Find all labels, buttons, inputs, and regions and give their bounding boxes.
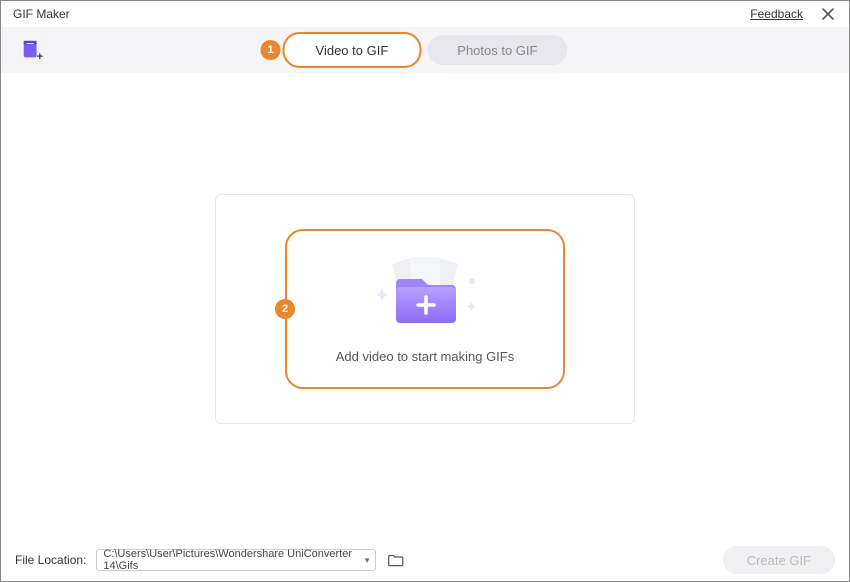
callout-badge-2: 2 — [275, 299, 295, 319]
close-button[interactable] — [819, 5, 837, 23]
browse-folder-button[interactable] — [386, 550, 406, 570]
file-location-path: C:\Users\User\Pictures\Wondershare UniCo… — [103, 548, 364, 572]
folder-illustration — [360, 255, 490, 335]
drop-card: 2 — [215, 194, 635, 424]
close-icon — [821, 7, 835, 21]
create-gif-button: Create GIF — [723, 546, 835, 574]
folder-icon — [388, 553, 404, 567]
file-location-select[interactable]: C:\Users\User\Pictures\Wondershare UniCo… — [96, 549, 376, 571]
file-location-label: File Location: — [15, 553, 86, 567]
chevron-down-icon: ▾ — [365, 555, 370, 566]
window-title: GIF Maker — [13, 7, 70, 21]
feedback-link[interactable]: Feedback — [750, 7, 803, 21]
svg-text:+: + — [37, 51, 43, 61]
app-logo-icon: + — [21, 39, 43, 61]
add-video-dropzone[interactable]: 2 — [285, 229, 565, 389]
tab-video-to-gif[interactable]: Video to GIF — [286, 35, 419, 65]
callout-badge-1: 1 — [261, 40, 281, 60]
tab-photos-to-gif[interactable]: Photos to GIF — [427, 35, 567, 65]
dropzone-prompt: Add video to start making GIFs — [336, 349, 514, 364]
